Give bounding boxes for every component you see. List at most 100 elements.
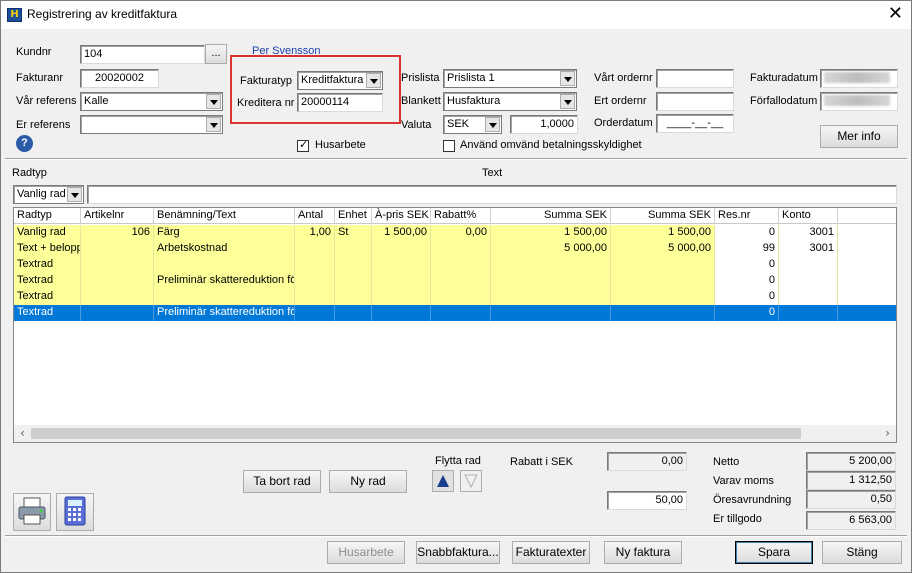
table-row[interactable]: Text + belopp Arbetskostnad 5 000,00 5 000,… <box>14 241 896 257</box>
table-cell[interactable]: 0 <box>715 289 779 305</box>
table-cell[interactable] <box>335 305 372 321</box>
scrollbar-thumb[interactable] <box>31 428 801 439</box>
column-header[interactable]: Artikelnr <box>81 208 154 224</box>
table-cell[interactable]: 5 000,00 <box>611 241 715 257</box>
table-cell[interactable] <box>838 289 896 305</box>
table-cell[interactable] <box>491 305 611 321</box>
table-cell[interactable]: 0 <box>715 273 779 289</box>
table-row[interactable]: Textrad 0 <box>14 289 896 305</box>
table-cell[interactable] <box>372 241 431 257</box>
stang-button[interactable]: Stäng <box>822 541 902 564</box>
vart-ordernr-input[interactable] <box>656 69 734 88</box>
table-cell[interactable] <box>838 305 896 321</box>
table-cell[interactable] <box>779 273 838 289</box>
table-cell[interactable]: 0,00 <box>431 225 491 241</box>
table-cell[interactable] <box>431 241 491 257</box>
table-cell[interactable] <box>779 289 838 305</box>
table-cell[interactable]: Textrad <box>14 273 81 289</box>
table-cell[interactable]: 0 <box>715 257 779 273</box>
table-cell[interactable]: Textrad <box>14 289 81 305</box>
chevron-down-icon[interactable] <box>485 117 500 132</box>
column-header[interactable]: Antal <box>295 208 335 224</box>
table-cell[interactable] <box>838 257 896 273</box>
table-cell[interactable]: 1 500,00 <box>372 225 431 241</box>
table-cell[interactable]: Text + belopp <box>14 241 81 257</box>
table-row[interactable]: Textrad Preliminär skattereduktion för 0 <box>14 305 896 321</box>
table-cell[interactable] <box>491 273 611 289</box>
table-cell[interactable] <box>611 273 715 289</box>
table-cell[interactable] <box>611 257 715 273</box>
table-cell[interactable]: 0 <box>715 305 779 321</box>
table-cell[interactable]: 1 500,00 <box>611 225 715 241</box>
table-cell[interactable] <box>335 257 372 273</box>
table-row[interactable]: Textrad Preliminär skattereduktion för 0 <box>14 273 896 289</box>
table-cell[interactable] <box>431 257 491 273</box>
table-cell[interactable] <box>431 305 491 321</box>
fakturanr-input[interactable]: 20020002 <box>80 69 159 88</box>
fakturadatum-input[interactable] <box>820 69 898 88</box>
help-icon[interactable]: ? <box>16 135 33 152</box>
table-cell[interactable]: Vanlig rad <box>14 225 81 241</box>
table-cell[interactable]: ' <box>838 241 896 257</box>
column-header[interactable]: Enhet <box>335 208 372 224</box>
scroll-right-icon[interactable]: › <box>879 425 896 442</box>
valuta-select[interactable]: SEK <box>443 115 502 134</box>
table-cell[interactable]: Textrad <box>14 305 81 321</box>
table-cell[interactable]: Preliminär skattereduktion för <box>154 273 295 289</box>
print-button[interactable] <box>13 493 51 531</box>
table-cell[interactable] <box>838 273 896 289</box>
table-cell[interactable] <box>779 257 838 273</box>
chevron-down-icon[interactable] <box>67 187 82 202</box>
table-cell[interactable]: 0 <box>715 225 779 241</box>
table-cell[interactable] <box>295 273 335 289</box>
table-cell[interactable] <box>154 257 295 273</box>
table-cell[interactable] <box>81 241 154 257</box>
fakturatexter-button[interactable]: Fakturatexter <box>512 541 590 564</box>
chevron-down-icon[interactable] <box>560 71 575 86</box>
chevron-down-icon[interactable] <box>366 73 381 88</box>
kreditera-input[interactable]: 20000114 <box>297 93 383 112</box>
table-row[interactable]: Vanlig rad 106 Färg 1,00 St 1 500,00 0,00 1 500… <box>14 225 896 241</box>
row-text-input[interactable] <box>87 185 897 204</box>
table-row[interactable]: Textrad 0 <box>14 257 896 273</box>
table-cell[interactable]: Textrad <box>14 257 81 273</box>
table-cell[interactable] <box>295 289 335 305</box>
table-cell[interactable] <box>372 289 431 305</box>
ta-bort-rad-button[interactable]: Ta bort rad <box>243 470 321 493</box>
table-cell[interactable] <box>431 273 491 289</box>
table-cell[interactable]: Färg <box>154 225 295 241</box>
table-cell[interactable] <box>81 289 154 305</box>
table-cell[interactable]: St <box>335 225 372 241</box>
table-cell[interactable] <box>81 257 154 273</box>
mer-info-button[interactable]: Mer info <box>820 125 898 148</box>
var-referens-select[interactable]: Kalle <box>80 92 223 111</box>
radtyp-select[interactable]: Vanlig rad <box>13 185 84 204</box>
ny-rad-button[interactable]: Ny rad <box>329 470 407 493</box>
orderdatum-input[interactable]: ____-__-__ <box>656 114 734 133</box>
column-header[interactable]: À-pris SEK <box>372 208 431 224</box>
column-header[interactable]: Rabatt% <box>431 208 491 224</box>
move-row-up-button[interactable] <box>432 470 454 492</box>
table-cell[interactable]: 106 <box>81 225 154 241</box>
horizontal-scrollbar[interactable]: ‹ › <box>14 425 896 442</box>
er-referens-select[interactable] <box>80 115 223 134</box>
table-cell[interactable] <box>611 289 715 305</box>
table-cell[interactable] <box>335 289 372 305</box>
table-cell[interactable]: 1 500,00 <box>491 225 611 241</box>
table-cell[interactable] <box>372 273 431 289</box>
table-cell[interactable] <box>81 273 154 289</box>
table-cell[interactable]: 3001 <box>779 225 838 241</box>
skattereduktion-input[interactable]: 50,00 <box>607 491 687 510</box>
column-header[interactable]: Konto <box>779 208 838 224</box>
invoice-rows-grid[interactable]: Radtyp Artikelnr Benämning/Text Antal Enhet À… <box>13 207 897 443</box>
blankett-select[interactable]: Husfaktura <box>443 92 577 111</box>
calculator-button[interactable] <box>56 493 94 531</box>
table-cell[interactable] <box>81 305 154 321</box>
fakturatyp-select[interactable]: Kreditfaktura <box>297 71 383 90</box>
move-row-down-button[interactable] <box>460 470 482 492</box>
table-cell[interactable] <box>372 257 431 273</box>
table-cell[interactable]: 1,00 <box>295 225 335 241</box>
column-header[interactable]: Summa SEK <box>491 208 611 224</box>
snabbfaktura-button[interactable]: Snabbfaktura... <box>416 541 500 564</box>
table-cell[interactable] <box>295 241 335 257</box>
